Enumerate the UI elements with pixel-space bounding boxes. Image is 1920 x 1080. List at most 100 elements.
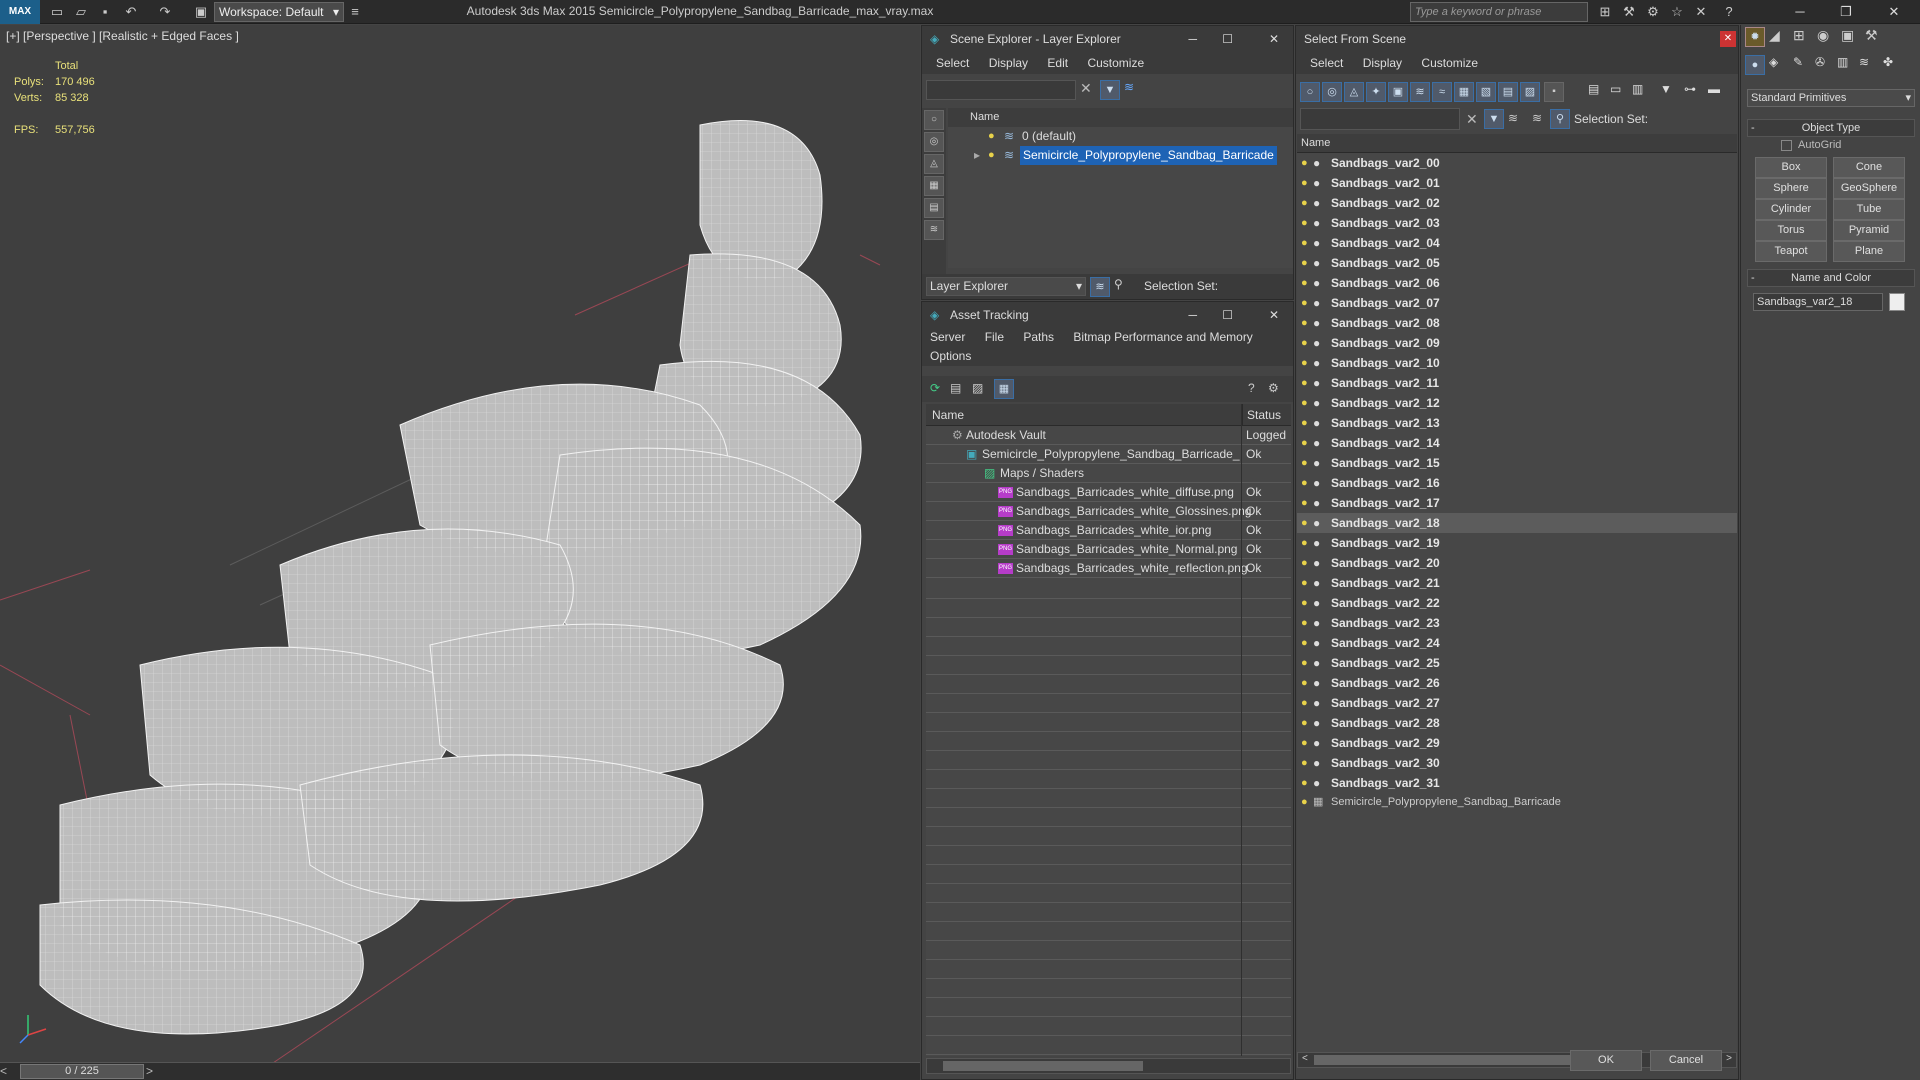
expand-arrow-icon[interactable]: ▸ <box>974 146 980 165</box>
object-row[interactable]: ● ● Sandbags_var2_31 <box>1297 773 1737 793</box>
close-button[interactable]: ✕ <box>1269 302 1279 328</box>
display-containers-icon[interactable]: ▨ <box>1520 82 1540 102</box>
maximize-button[interactable]: ☐ <box>1222 302 1233 328</box>
object-row[interactable]: ● ● Sandbags_var2_09 <box>1297 333 1737 353</box>
object-row[interactable]: ● ● Sandbags_var2_00 <box>1297 153 1737 173</box>
teapot-button[interactable]: Teapot <box>1755 241 1827 262</box>
select-invert-icon[interactable]: ▥ <box>1632 82 1643 96</box>
helpers-icon[interactable]: ▥ <box>1837 55 1848 69</box>
object-row[interactable]: ● ● Sandbags_var2_08 <box>1297 313 1737 333</box>
object-row[interactable]: ● ● Sandbags_var2_16 <box>1297 473 1737 493</box>
menu-select[interactable]: Select <box>1310 56 1343 70</box>
scene-explorer-titlebar[interactable]: ◈ Scene Explorer - Layer Explorer ─ ☐ ✕ <box>922 26 1293 52</box>
lightbulb-icon[interactable]: ● <box>1301 173 1308 193</box>
lightbulb-icon[interactable]: ● <box>1301 513 1308 533</box>
object-row[interactable]: ● ● Sandbags_var2_03 <box>1297 213 1737 233</box>
object-row[interactable]: ● ● Sandbags_var2_12 <box>1297 393 1737 413</box>
display-frozen-icon[interactable]: ▪ <box>1544 82 1564 102</box>
lightbulb-icon[interactable]: ● <box>1301 393 1308 413</box>
object-color-swatch[interactable] <box>1889 293 1905 311</box>
lightbulb-icon[interactable]: ● <box>1301 553 1308 573</box>
group-row[interactable]: ● ▦ Semicircle_Polypropylene_Sandbag_Bar… <box>1297 793 1737 812</box>
display-lights-icon[interactable]: ✦ <box>1366 82 1386 102</box>
lightbulb-icon[interactable]: ● <box>1301 373 1308 393</box>
lightbulb-icon[interactable]: ● <box>1301 733 1308 753</box>
select-all-icon[interactable]: ▤ <box>1588 82 1599 96</box>
scrollbar-thumb[interactable] <box>943 1061 1143 1071</box>
lightbulb-icon[interactable]: ● <box>1301 693 1308 713</box>
pyramid-button[interactable]: Pyramid <box>1833 220 1905 241</box>
object-row[interactable]: ● ● Sandbags_var2_17 <box>1297 493 1737 513</box>
display-bones-icon[interactable]: ▤ <box>1498 82 1518 102</box>
menu-paths[interactable]: Paths <box>1023 330 1054 344</box>
object-row[interactable]: ● ● Sandbags_var2_24 <box>1297 633 1737 653</box>
object-row[interactable]: ● ● Sandbags_var2_13 <box>1297 413 1737 433</box>
lightbulb-icon[interactable]: ● <box>1301 493 1308 513</box>
menu-server[interactable]: Server <box>930 330 965 344</box>
layer-icon[interactable]: ≋ <box>1532 111 1542 125</box>
object-row[interactable]: ● ● Sandbags_var2_11 <box>1297 373 1737 393</box>
hierarchy-icon[interactable]: ⚲ <box>1114 277 1123 291</box>
object-row[interactable]: ● ● Sandbags_var2_23 <box>1297 613 1737 633</box>
asset-row-png[interactable]: PNG Sandbags_Barricades_white_diffuse.pn… <box>926 483 1291 502</box>
modify-tab-icon[interactable]: ◢ <box>1769 27 1780 44</box>
lightbulb-icon[interactable]: ● <box>1301 653 1308 673</box>
time-slider[interactable]: 0 / 225 <box>20 1064 144 1079</box>
ok-button[interactable]: OK <box>1570 1050 1642 1071</box>
restore-button[interactable]: ❐ <box>1826 0 1866 24</box>
star-icon[interactable]: ☆ <box>1668 3 1686 21</box>
object-row[interactable]: ● ● Sandbags_var2_21 <box>1297 573 1737 593</box>
scene-explorer-search-input[interactable] <box>926 80 1076 100</box>
object-type-rollout[interactable]: - Object Type <box>1747 119 1915 137</box>
cameras-icon[interactable]: ✇ <box>1815 55 1825 69</box>
filter-icon[interactable]: ▼ <box>1660 82 1672 96</box>
lightbulb-icon[interactable]: ● <box>1301 773 1308 793</box>
lightbulb-icon[interactable]: ● <box>1301 573 1308 593</box>
help-icon[interactable]: ? <box>1720 3 1738 21</box>
plane-button[interactable]: Plane <box>1833 241 1905 262</box>
chevron-right-icon[interactable]: > <box>1726 1053 1732 1064</box>
asset-row-scene[interactable]: ▣ Semicircle_Polypropylene_Sandbag_Barri… <box>926 445 1291 464</box>
hierarchy-tab-icon[interactable]: ⊞ <box>1793 27 1805 44</box>
lightbulb-icon[interactable]: ● <box>1301 353 1308 373</box>
object-name-input[interactable]: Sandbags_var2_18 <box>1753 293 1883 311</box>
select-none-icon[interactable]: ▭ <box>1610 82 1621 96</box>
binoculars-icon[interactable]: ⊞ <box>1596 3 1614 21</box>
asset-row-maps[interactable]: ▨ Maps / Shaders <box>926 464 1291 483</box>
cylinder-button[interactable]: Cylinder <box>1755 199 1827 220</box>
minimize-button[interactable]: ─ <box>1188 26 1197 52</box>
torus-button[interactable]: Torus <box>1755 220 1827 241</box>
lightbulb-icon[interactable]: ● <box>1301 213 1308 233</box>
lightbulb-icon[interactable]: ● <box>1301 253 1308 273</box>
object-row[interactable]: ● ● Sandbags_var2_01 <box>1297 173 1737 193</box>
lightbulb-icon[interactable]: ● <box>1301 713 1308 733</box>
lightbulb-icon[interactable]: ● <box>1301 333 1308 353</box>
menu-select[interactable]: Select <box>936 56 969 70</box>
object-row[interactable]: ● ● Sandbags_var2_29 <box>1297 733 1737 753</box>
chevron-left-icon[interactable]: < <box>1302 1053 1308 1064</box>
geosphere-button[interactable]: GeoSphere <box>1833 178 1905 199</box>
asset-tracking-titlebar[interactable]: ◈ Asset Tracking ─ ☐ ✕ <box>922 302 1293 328</box>
maximize-button[interactable]: ☐ <box>1222 26 1233 52</box>
menu-file[interactable]: File <box>985 330 1004 344</box>
menu-display[interactable]: Display <box>989 56 1028 70</box>
find-case-icon[interactable]: ▼ <box>1484 109 1504 129</box>
explorer-type-dropdown[interactable]: Layer Explorer ▾ <box>926 277 1086 296</box>
horizontal-scrollbar[interactable] <box>926 1058 1291 1074</box>
object-row[interactable]: ● ● Sandbags_var2_04 <box>1297 233 1737 253</box>
close-button[interactable]: ✕ <box>1720 31 1736 47</box>
primitives-dropdown[interactable]: Standard Primitives ▾ <box>1747 89 1915 107</box>
select-from-scene-titlebar[interactable]: Select From Scene ✕ <box>1296 26 1738 52</box>
lightbulb-icon[interactable]: ● <box>1301 613 1308 633</box>
cone-button[interactable]: Cone <box>1833 157 1905 178</box>
object-row[interactable]: ● ● Sandbags_var2_30 <box>1297 753 1737 773</box>
asset-row-png[interactable]: PNG Sandbags_Barricades_white_Normal.png… <box>926 540 1291 559</box>
object-row[interactable]: ● ● Sandbags_var2_22 <box>1297 593 1737 613</box>
settings-icon[interactable]: ⚙ <box>1268 381 1279 395</box>
asset-row-vault[interactable]: ⚙ Autodesk Vault Logged <box>926 426 1291 445</box>
object-row[interactable]: ● ● Sandbags_var2_26 <box>1297 673 1737 693</box>
lightbulb-icon[interactable]: ● <box>1301 293 1308 313</box>
lightbulb-icon[interactable]: ● <box>1301 313 1308 333</box>
tube-button[interactable]: Tube <box>1833 199 1905 220</box>
asset-row-png[interactable]: PNG Sandbags_Barricades_white_reflection… <box>926 559 1291 578</box>
